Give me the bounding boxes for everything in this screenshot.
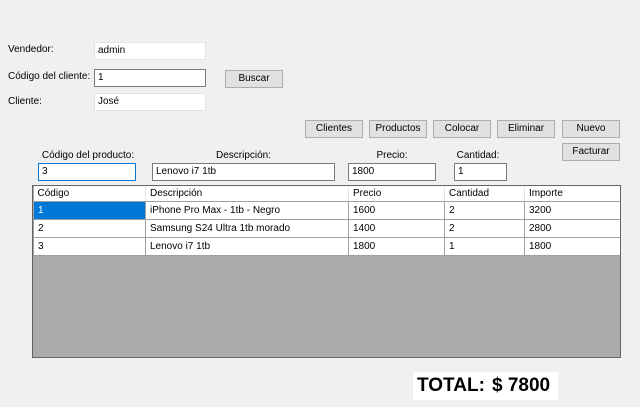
invoice-grid[interactable]: Código Descripción Precio Cantidad Impor…: [32, 185, 621, 358]
clientes-button[interactable]: Clientes: [305, 120, 363, 138]
descripcion-input[interactable]: Lenovo i7 1tb: [152, 163, 335, 181]
cantidad-label: Cantidad:: [456, 150, 500, 161]
cliente-label: Cliente:: [8, 96, 42, 107]
table-cell[interactable]: 1: [33, 201, 146, 220]
nuevo-button[interactable]: Nuevo: [562, 120, 620, 138]
table-cell[interactable]: 2: [444, 219, 525, 238]
cantidad-input[interactable]: 1: [454, 163, 507, 181]
codigo-producto-label: Código del producto:: [41, 150, 135, 161]
column-header-importe[interactable]: Importe: [524, 186, 620, 202]
total-label: TOTAL:: [413, 372, 493, 400]
table-header-row: Código Descripción Precio Cantidad Impor…: [33, 186, 620, 202]
codigo-cliente-label: Código del cliente:: [8, 71, 91, 82]
table-cell[interactable]: 2800: [524, 219, 620, 238]
facturar-button[interactable]: Facturar: [562, 143, 620, 161]
table-cell[interactable]: 1800: [348, 237, 445, 256]
table-cell[interactable]: 3200: [524, 201, 620, 220]
vendedor-field[interactable]: admin: [94, 42, 206, 60]
table-cell[interactable]: 1800: [524, 237, 620, 256]
table-cell[interactable]: 2: [33, 219, 146, 238]
table-cell[interactable]: Samsung S24 Ultra 1tb morado: [145, 219, 349, 238]
cliente-field[interactable]: José: [94, 93, 206, 111]
column-header-precio[interactable]: Precio: [348, 186, 445, 202]
productos-button[interactable]: Productos: [369, 120, 427, 138]
column-header-codigo[interactable]: Código: [33, 186, 146, 202]
column-header-descripcion[interactable]: Descripción: [145, 186, 349, 202]
table-cell[interactable]: 1400: [348, 219, 445, 238]
table-cell[interactable]: iPhone Pro Max - 1tb - Negro: [145, 201, 349, 220]
descripcion-label: Descripción:: [215, 150, 272, 161]
table-row[interactable]: 1 iPhone Pro Max - 1tb - Negro 1600 2 32…: [33, 201, 620, 220]
total-value: $ 7800: [489, 372, 558, 400]
table-cell[interactable]: 1600: [348, 201, 445, 220]
table-cell[interactable]: 2: [444, 201, 525, 220]
colocar-button[interactable]: Colocar: [433, 120, 491, 138]
precio-input[interactable]: 1800: [348, 163, 436, 181]
invoice-table: Código Descripción Precio Cantidad Impor…: [33, 186, 620, 256]
table-cell[interactable]: 3: [33, 237, 146, 256]
buscar-button[interactable]: Buscar: [225, 70, 283, 88]
column-header-cantidad[interactable]: Cantidad: [444, 186, 525, 202]
precio-label: Precio:: [376, 150, 408, 161]
eliminar-button[interactable]: Eliminar: [497, 120, 555, 138]
vendedor-label: Vendedor:: [8, 44, 54, 55]
table-cell[interactable]: 1: [444, 237, 525, 256]
codigo-cliente-input[interactable]: 1: [94, 69, 206, 87]
table-cell[interactable]: Lenovo i7 1tb: [145, 237, 349, 256]
table-row[interactable]: 2 Samsung S24 Ultra 1tb morado 1400 2 28…: [33, 219, 620, 238]
table-row[interactable]: 3 Lenovo i7 1tb 1800 1 1800: [33, 237, 620, 256]
codigo-producto-input[interactable]: 3: [38, 163, 136, 181]
